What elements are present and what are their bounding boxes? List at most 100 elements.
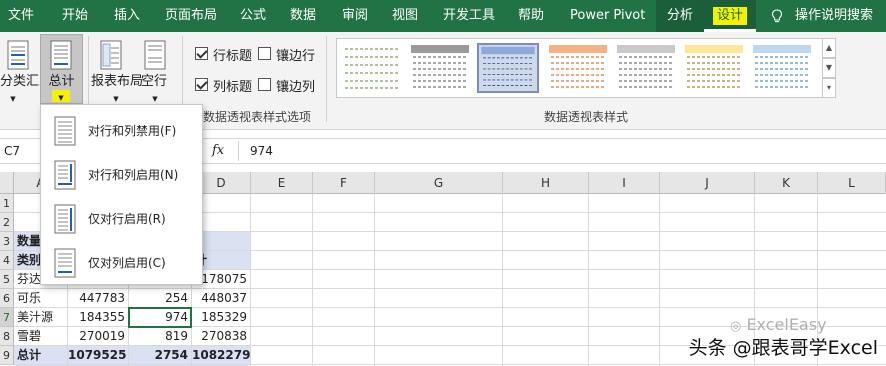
tab-file[interactable]: 文件 bbox=[8, 0, 34, 32]
subtotals-caret: ▼ bbox=[10, 95, 16, 103]
column-headers-checkbox[interactable] bbox=[195, 78, 208, 91]
menu-item-label: 对行和列启用(N) bbox=[88, 168, 179, 182]
pivot-style-tile[interactable] bbox=[409, 43, 471, 93]
column-header-k[interactable]: K bbox=[755, 172, 818, 194]
watermark-logo-text: ExcelEasy bbox=[746, 315, 827, 334]
style-options-group-label: 数据透视表样式选项 bbox=[203, 110, 312, 124]
gridline bbox=[250, 194, 251, 366]
watermark-text: 头条 @跟表哥学Excel bbox=[688, 337, 878, 359]
menu-item-label: 仅对列启用(C) bbox=[88, 256, 166, 270]
banded-columns-checkbox[interactable] bbox=[258, 78, 271, 91]
gallery-scroll-up[interactable]: ▲ bbox=[822, 38, 836, 58]
gallery-more[interactable]: ▾ bbox=[822, 78, 836, 98]
blank-rows-button[interactable]: 空行 bbox=[137, 74, 171, 90]
cell-a8[interactable]: 雪碧 bbox=[14, 327, 68, 346]
menu-item-on-for-columns-only[interactable]: 仅对列启用(C) bbox=[41, 241, 202, 285]
insert-function-button[interactable]: fx bbox=[212, 139, 224, 163]
row-headers-label: 行标题 bbox=[213, 49, 253, 64]
subtotals-button[interactable]: 分类汇总 bbox=[0, 74, 52, 90]
column-header-j[interactable]: J bbox=[660, 172, 755, 194]
pivot-styles-gallery bbox=[336, 38, 824, 98]
watermark-logo: ◎ ExcelEasy bbox=[730, 315, 827, 334]
report-layout-icon bbox=[100, 40, 122, 70]
tab-design[interactable]: 设计 bbox=[704, 0, 756, 32]
gridline bbox=[312, 194, 313, 366]
pivot-style-tile[interactable] bbox=[547, 43, 609, 93]
tab-developer[interactable]: 开发工具 bbox=[443, 0, 495, 32]
cell-d7[interactable]: 185329 bbox=[192, 308, 250, 327]
grand-totals-label: 总计 bbox=[48, 74, 75, 89]
gridline bbox=[588, 194, 589, 366]
pivot-style-tile[interactable] bbox=[751, 43, 813, 93]
cell-c9[interactable]: 2754 bbox=[129, 346, 191, 365]
cell-a7[interactable]: 美汁源 bbox=[14, 308, 68, 327]
active-cell-border bbox=[128, 307, 192, 328]
tab-insert[interactable]: 插入 bbox=[114, 0, 140, 32]
row-header-8[interactable]: 8 bbox=[0, 327, 14, 346]
cell-b7[interactable]: 184355 bbox=[68, 308, 128, 327]
gridline bbox=[502, 194, 503, 366]
column-header-g[interactable]: G bbox=[375, 172, 503, 194]
formula-input[interactable]: 974 bbox=[250, 139, 273, 163]
column-header-i[interactable]: I bbox=[589, 172, 660, 194]
blank-rows-icon bbox=[144, 40, 166, 70]
row-header-1[interactable]: 1 bbox=[0, 194, 14, 213]
separator bbox=[238, 141, 239, 161]
cell-a9[interactable]: 总计 bbox=[14, 346, 68, 365]
tell-me-search[interactable]: 操作说明搜索 bbox=[795, 0, 873, 32]
cell-d9[interactable]: 1082279 bbox=[192, 346, 250, 365]
row-header-9[interactable]: 9 bbox=[0, 346, 14, 365]
tab-review[interactable]: 审阅 bbox=[342, 0, 368, 32]
banded-rows-label: 镶边行 bbox=[276, 49, 316, 64]
cell-d6[interactable]: 448037 bbox=[192, 289, 250, 308]
row-headers-checkbox[interactable] bbox=[195, 47, 208, 60]
tab-power-pivot[interactable]: Power Pivot bbox=[570, 0, 645, 32]
cell-b9[interactable]: 1079525 bbox=[68, 346, 128, 365]
grand-totals-icon bbox=[50, 40, 72, 70]
row-header-3[interactable]: 3 bbox=[0, 232, 14, 251]
on-rows-columns-icon bbox=[54, 160, 76, 190]
separator bbox=[326, 36, 327, 122]
tab-data[interactable]: 数据 bbox=[290, 0, 316, 32]
row-header-5[interactable]: 5 bbox=[0, 270, 14, 289]
pivot-style-tile[interactable] bbox=[341, 43, 403, 93]
cell-d8[interactable]: 270838 bbox=[192, 327, 250, 346]
cell-b8[interactable]: 270019 bbox=[68, 327, 128, 346]
column-header-h[interactable]: H bbox=[503, 172, 589, 194]
grand-totals-menu: 对行和列禁用(F) 对行和列启用(N) 仅对行启用(R) 仅对列启用(C) bbox=[40, 104, 203, 285]
column-header-f[interactable]: F bbox=[313, 172, 375, 194]
cell-a6[interactable]: 可乐 bbox=[14, 289, 68, 308]
tab-analyze[interactable]: 分析 bbox=[656, 0, 704, 32]
tab-page-layout[interactable]: 页面布局 bbox=[165, 0, 217, 32]
pivot-style-tile[interactable] bbox=[683, 43, 745, 93]
cell-b6[interactable]: 447783 bbox=[68, 289, 128, 308]
report-layout-button[interactable]: 报表布局 bbox=[91, 74, 143, 90]
row-header-7[interactable]: 7 bbox=[0, 308, 14, 327]
row-header-6[interactable]: 6 bbox=[0, 289, 14, 308]
menu-item-on-for-rows-and-columns[interactable]: 对行和列启用(N) bbox=[41, 153, 202, 197]
select-all-corner[interactable] bbox=[0, 172, 14, 194]
pivot-styles-group-label: 数据透视表样式 bbox=[544, 110, 629, 124]
gridline bbox=[659, 194, 660, 366]
tab-home[interactable]: 开始 bbox=[62, 0, 88, 32]
pivot-style-tile[interactable] bbox=[615, 43, 677, 93]
menu-item-off-for-rows-and-columns[interactable]: 对行和列禁用(F) bbox=[41, 109, 202, 153]
menu-item-on-for-rows-only[interactable]: 仅对行启用(R) bbox=[41, 197, 202, 241]
tab-help[interactable]: 帮助 bbox=[518, 0, 544, 32]
row-header-4[interactable]: 4 bbox=[0, 251, 14, 270]
column-header-e[interactable]: E bbox=[251, 172, 313, 194]
column-header-l[interactable]: L bbox=[818, 172, 886, 194]
tab-formulas[interactable]: 公式 bbox=[240, 0, 266, 32]
report-layout-label: 报表布局 bbox=[91, 74, 144, 89]
cell-c8[interactable]: 819 bbox=[129, 327, 191, 346]
gallery-scroll-down[interactable]: ▼ bbox=[822, 58, 836, 78]
blank-rows-label: 空行 bbox=[140, 74, 167, 89]
on-columns-only-icon bbox=[54, 248, 76, 278]
tab-view[interactable]: 视图 bbox=[392, 0, 418, 32]
cell-c6[interactable]: 254 bbox=[129, 289, 191, 308]
gridline bbox=[374, 194, 375, 366]
pivot-style-tile-selected[interactable] bbox=[477, 43, 539, 93]
menu-item-label: 仅对行启用(R) bbox=[88, 212, 166, 226]
banded-rows-checkbox[interactable] bbox=[258, 47, 271, 60]
row-header-2[interactable]: 2 bbox=[0, 213, 14, 232]
